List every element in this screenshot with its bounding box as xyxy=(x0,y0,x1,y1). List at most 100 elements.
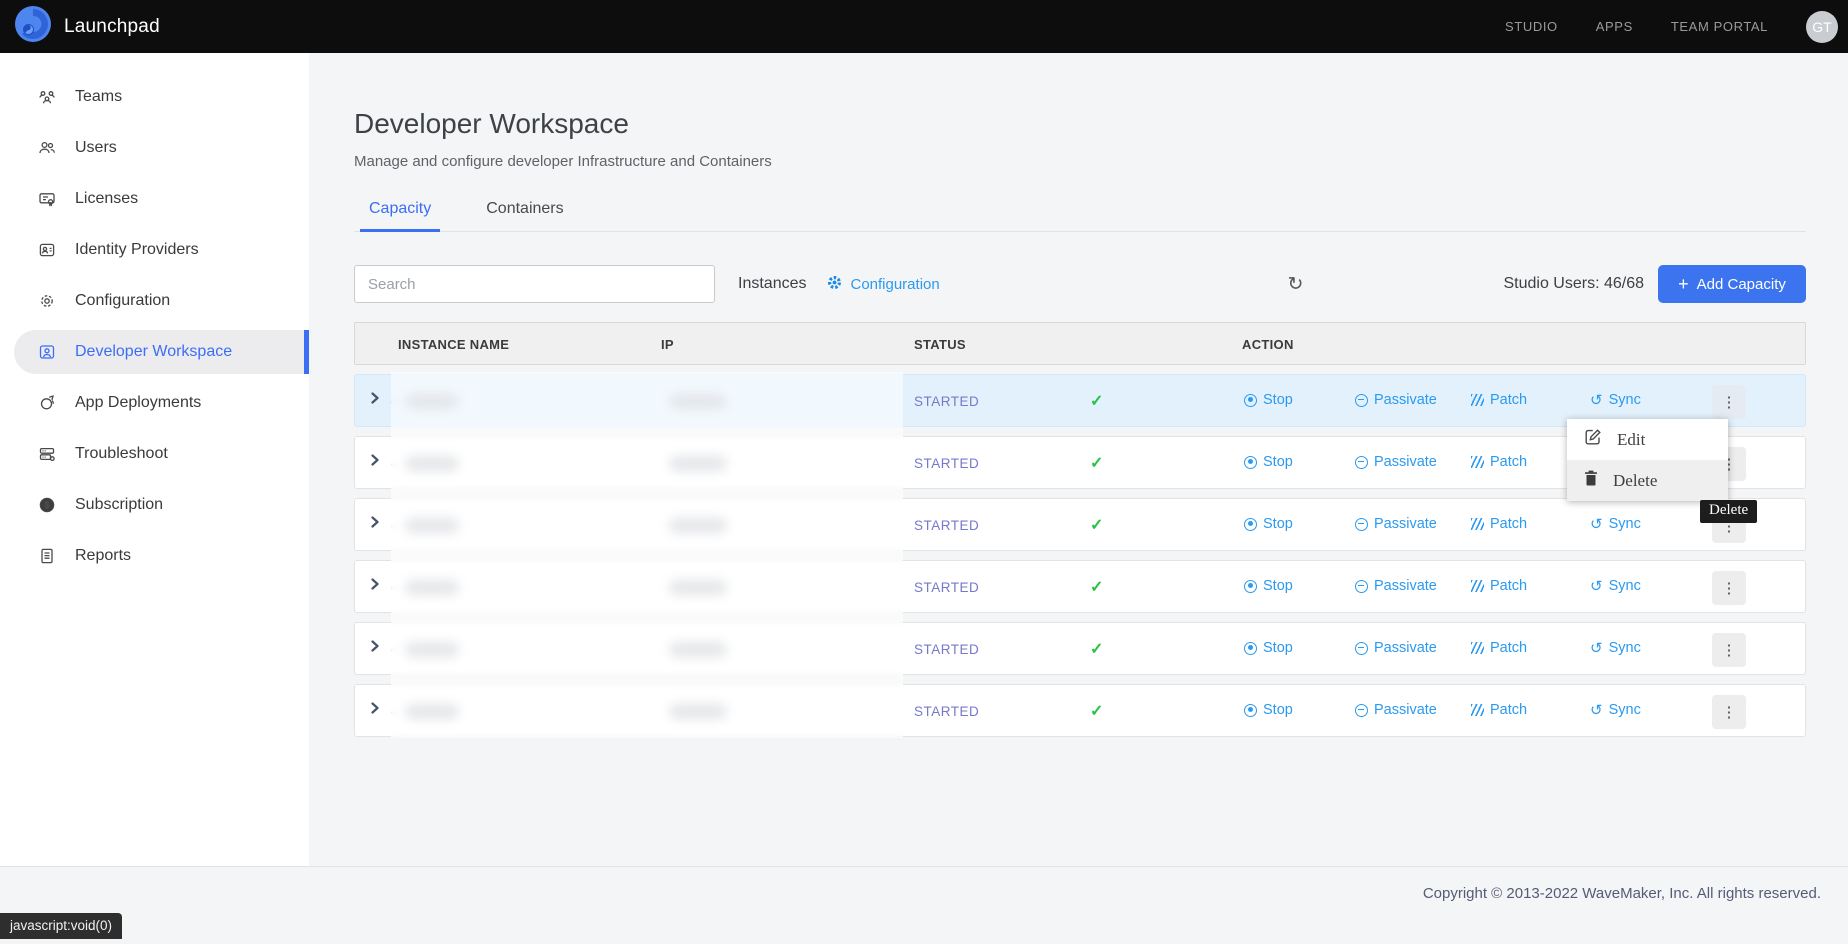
reports-icon xyxy=(38,547,56,565)
tab-capacity[interactable]: Capacity xyxy=(360,200,440,231)
menu-item-delete[interactable]: Delete xyxy=(1567,460,1728,501)
patch-action[interactable]: Patch xyxy=(1471,578,1527,594)
chevron-right-icon[interactable] xyxy=(369,453,381,471)
avatar[interactable]: GT xyxy=(1806,11,1838,43)
add-capacity-button[interactable]: + Add Capacity xyxy=(1658,265,1806,303)
patch-action[interactable]: Patch xyxy=(1471,392,1527,408)
instance-name-redacted xyxy=(405,456,459,471)
passivate-action[interactable]: Passivate xyxy=(1355,578,1437,594)
copyright-text: Copyright © 2013-2022 WaveMaker, Inc. Al… xyxy=(1423,885,1821,902)
top-nav: STUDIO APPS TEAM PORTAL GT xyxy=(1505,11,1848,43)
sync-action[interactable]: ↺Sync xyxy=(1590,516,1641,532)
sidebar-item-configuration[interactable]: Configuration xyxy=(14,279,309,323)
stop-icon xyxy=(1244,518,1257,531)
health-check-icon: ✓ xyxy=(1090,701,1103,721)
patch-action[interactable]: Patch xyxy=(1471,516,1527,532)
sidebar-item-identity-providers[interactable]: Identity Providers xyxy=(14,228,309,272)
chevron-right-icon[interactable] xyxy=(369,577,381,595)
health-check-icon: ✓ xyxy=(1090,577,1103,597)
passivate-action[interactable]: Passivate xyxy=(1355,640,1437,656)
sync-action[interactable]: ↺Sync xyxy=(1590,578,1641,594)
sidebar: Teams Users Licenses Identity Providers Conf… xyxy=(0,53,309,866)
sidebar-item-teams[interactable]: Teams xyxy=(14,75,309,119)
stop-action[interactable]: Stop xyxy=(1244,392,1293,408)
plus-icon: + xyxy=(1678,274,1689,295)
sidebar-item-licenses[interactable]: Licenses xyxy=(14,177,309,221)
chevron-right-icon[interactable] xyxy=(369,391,381,409)
sync-action[interactable]: ↺Sync xyxy=(1590,702,1641,718)
licenses-icon xyxy=(38,190,56,208)
passivate-action[interactable]: Passivate xyxy=(1355,516,1437,532)
stop-action[interactable]: Stop xyxy=(1244,578,1293,594)
sidebar-item-troubleshoot[interactable]: Troubleshoot xyxy=(14,432,309,476)
chevron-right-icon[interactable] xyxy=(369,515,381,533)
configuration-link-label: Configuration xyxy=(850,276,939,293)
table-row: .. STARTED ✓ Stop Passivate Patch ↺Sync … xyxy=(354,498,1806,551)
sidebar-item-label: Configuration xyxy=(75,292,170,310)
col-status: STATUS xyxy=(914,337,966,352)
sidebar-item-app-deployments[interactable]: App Deployments xyxy=(14,381,309,425)
menu-item-edit[interactable]: Edit xyxy=(1567,419,1728,460)
kebab-menu-button[interactable]: ⋮ xyxy=(1712,385,1746,419)
instance-name-redacted xyxy=(405,518,459,533)
footer: Copyright © 2013-2022 WaveMaker, Inc. Al… xyxy=(0,866,1848,944)
health-check-icon: ✓ xyxy=(1090,453,1103,473)
patch-action[interactable]: Patch xyxy=(1471,640,1527,656)
add-capacity-label: Add Capacity xyxy=(1697,276,1786,293)
table-header: INSTANCE NAME IP STATUS ACTION xyxy=(354,322,1806,365)
table-row: .. STARTED ✓ Stop Passivate Patch ↺Sync … xyxy=(354,684,1806,737)
svg-text:$: $ xyxy=(44,500,49,510)
sync-icon: ↺ xyxy=(1590,641,1603,656)
instances-label: Instances xyxy=(738,275,806,293)
status-badge: STARTED xyxy=(914,456,979,471)
stop-action[interactable]: Stop xyxy=(1244,516,1293,532)
nav-studio[interactable]: STUDIO xyxy=(1505,19,1558,34)
chevron-right-icon[interactable] xyxy=(369,639,381,657)
sync-action[interactable]: ↺Sync xyxy=(1590,640,1641,656)
nav-apps[interactable]: APPS xyxy=(1596,19,1633,34)
passivate-action[interactable]: Passivate xyxy=(1355,702,1437,718)
ip-redacted xyxy=(669,456,727,471)
passivate-action[interactable]: Passivate xyxy=(1355,392,1437,408)
kebab-menu-button[interactable]: ⋮ xyxy=(1712,695,1746,729)
sidebar-item-developer-workspace[interactable]: Developer Workspace xyxy=(14,330,309,374)
search-input[interactable] xyxy=(354,265,715,303)
sidebar-item-label: Developer Workspace xyxy=(75,343,232,361)
sidebar-item-users[interactable]: Users xyxy=(14,126,309,170)
row-context-menu: Edit Delete xyxy=(1567,419,1728,501)
toolbar: Instances Configuration ↻ Studio Users: … xyxy=(354,265,1806,303)
patch-action[interactable]: Patch xyxy=(1471,702,1527,718)
chevron-right-icon[interactable] xyxy=(369,701,381,719)
passivate-icon xyxy=(1355,704,1368,717)
stop-action[interactable]: Stop xyxy=(1244,640,1293,656)
sidebar-item-label: Licenses xyxy=(75,190,138,208)
link-preview-statusbar: javascript:void(0) xyxy=(0,913,122,939)
patch-icon xyxy=(1471,518,1484,530)
ip-redacted xyxy=(669,394,727,409)
kebab-menu-button[interactable]: ⋮ xyxy=(1712,633,1746,667)
patch-icon xyxy=(1471,642,1484,654)
sync-action[interactable]: ↺Sync xyxy=(1590,392,1641,408)
instance-name-redacted xyxy=(405,704,459,719)
refresh-icon[interactable]: ↻ xyxy=(1288,275,1304,294)
studio-users-count: Studio Users: 46/68 xyxy=(1503,275,1644,293)
sidebar-item-subscription[interactable]: $ Subscription xyxy=(14,483,309,527)
stop-icon xyxy=(1244,394,1257,407)
sidebar-item-reports[interactable]: Reports xyxy=(14,534,309,578)
stop-action[interactable]: Stop xyxy=(1244,702,1293,718)
nav-team-portal[interactable]: TEAM PORTAL xyxy=(1671,19,1768,34)
tab-containers[interactable]: Containers xyxy=(477,200,572,231)
kebab-menu-button[interactable]: ⋮ xyxy=(1712,571,1746,605)
patch-action[interactable]: Patch xyxy=(1471,454,1527,470)
passivate-action[interactable]: Passivate xyxy=(1355,454,1437,470)
configuration-link[interactable]: Configuration xyxy=(826,274,939,295)
health-check-icon: ✓ xyxy=(1090,639,1103,659)
page-title: Developer Workspace xyxy=(354,108,1806,140)
row-ellipsis: .. xyxy=(390,640,397,654)
users-icon xyxy=(38,139,56,157)
status-badge: STARTED xyxy=(914,518,979,533)
stop-action[interactable]: Stop xyxy=(1244,454,1293,470)
table-row: .. STARTED ✓ Stop Passivate Patch ↺Sync … xyxy=(354,622,1806,675)
sync-icon: ↺ xyxy=(1590,393,1603,408)
sidebar-item-label: Subscription xyxy=(75,496,163,514)
